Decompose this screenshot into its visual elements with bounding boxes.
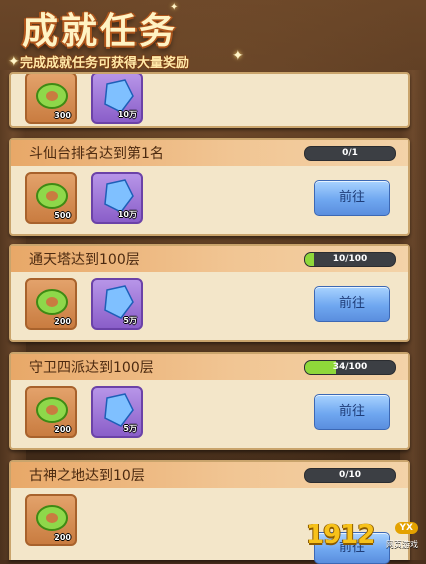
reward-qty: 200 [54,317,71,326]
reward-slot[interactable]: 10万 [91,74,143,124]
progress-text: 0/10 [338,470,362,480]
task-name: 古神之地达到10层 [29,468,145,484]
reward-qty: 5万 [123,316,137,325]
reward-slot[interactable]: 10万 [91,172,143,224]
task-header: 通天塔达到100层 10/100 [11,246,408,272]
task-name: 守卫四派达到100层 [29,360,154,376]
watermark-number: 1912 [306,520,375,550]
reward-qty: 200 [54,533,71,542]
task-card: 斗仙台排名达到第1名 0/1 500 10万 前往 [9,138,410,236]
jade-ring-icon [36,505,68,531]
task-card: 300 10万 [9,72,410,128]
sparkle-icon: ✦ [170,2,179,13]
reward-slot[interactable]: 200 [25,494,77,546]
task-header: 斗仙台排名达到第1名 0/1 [11,140,408,166]
sparkle-icon: ✦ [232,48,244,64]
jade-ring-icon [36,183,68,209]
reward-slot[interactable]: 500 [25,172,77,224]
task-header: 守卫四派达到100层 34/100 [11,354,408,380]
progress-bar: 34/100 [304,360,396,375]
page-subtitle: 完成成就任务可获得大量奖励 [20,56,190,71]
reward-slot[interactable]: 300 [25,74,77,124]
progress-bar: 0/10 [304,468,396,483]
jade-ring-icon [36,397,68,423]
progress-text: 10/100 [332,254,368,264]
progress-bar: 0/1 [304,146,396,161]
progress-text: 34/100 [332,362,368,372]
reward-qty: 10万 [117,110,137,119]
jade-ring-icon [36,83,68,109]
reward-qty: 5万 [123,424,137,433]
watermark-badge: YX [394,522,418,534]
task-name: 斗仙台排名达到第1名 [29,146,164,162]
task-name: 通天塔达到100层 [29,252,140,268]
reward-slot[interactable]: 5万 [91,278,143,330]
reward-slot[interactable]: 200 [25,278,77,330]
go-button[interactable]: 前往 [314,394,390,430]
reward-slot[interactable]: 200 [25,386,77,438]
reward-qty: 10万 [117,210,137,219]
watermark-logo: 1912 YX 网页游戏 [306,520,418,554]
task-header: 古神之地达到10层 0/10 [11,462,408,488]
reward-qty: 300 [54,111,71,120]
reward-qty: 200 [54,425,71,434]
watermark-caption: 网页游戏 [386,540,418,549]
progress-text: 0/1 [342,148,358,158]
reward-slot[interactable]: 5万 [91,386,143,438]
sparkle-icon: ✦ [8,54,20,70]
task-card: 通天塔达到100层 10/100 200 5万 前往 [9,244,410,342]
progress-bar: 10/100 [304,252,396,267]
go-button[interactable]: 前往 [314,286,390,322]
page-title: 成就任务 [22,10,179,52]
jade-ring-icon [36,289,68,315]
reward-qty: 500 [54,211,71,220]
task-card: 守卫四派达到100层 34/100 200 5万 前往 [9,352,410,450]
go-button[interactable]: 前往 [314,180,390,216]
